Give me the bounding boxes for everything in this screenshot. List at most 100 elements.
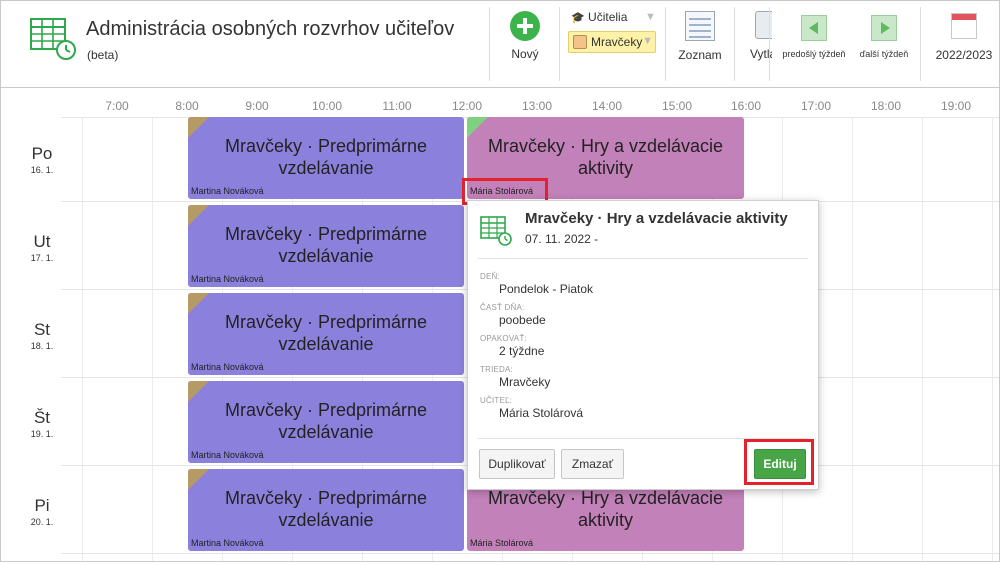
day-label-friday: Pi 20. 1. (23, 496, 61, 527)
duplicate-button[interactable]: Duplikovať (479, 449, 555, 479)
next-week-button[interactable]: ďalší týždeň (846, 15, 922, 59)
event-teacher: Mária Stolárová (470, 538, 534, 548)
teachers-filter-dropdown[interactable]: 🎓 Učitelia ▼ (571, 10, 656, 24)
class-avatar-icon (573, 35, 587, 49)
grid-line (152, 117, 153, 561)
event-morning-tuesday[interactable]: Mravčeky · Predprimárne vzdelávanie Mart… (188, 205, 464, 287)
next-week-label: ďalší týždeň (859, 49, 909, 59)
class-filter-dropdown[interactable]: Mravčeky ▼ (568, 31, 656, 53)
page-title: Administrácia osobných rozvrhov učiteľov (86, 18, 455, 40)
arrow-left-icon (801, 15, 827, 41)
class-filter-label: Mravčeky (591, 35, 643, 49)
popup-divider (478, 258, 808, 259)
day-name: Po (31, 144, 53, 163)
field-value-repeat: 2 týždne (499, 344, 545, 358)
event-morning-monday[interactable]: Mravčeky · Predprimárne vzdelávanie Mart… (188, 117, 464, 199)
hour-label: 17:00 (800, 99, 832, 113)
dropdown-arrow-icon: ▼ (645, 11, 656, 23)
list-button[interactable]: Zoznam (673, 11, 727, 62)
hour-label: 18:00 (870, 99, 902, 113)
event-title: Mravčeky · Hry a vzdelávacie aktivity (487, 136, 724, 178)
row-divider (61, 553, 999, 554)
arrow-right-icon (871, 15, 897, 41)
hour-label: 8:00 (175, 99, 199, 113)
hour-label: 13:00 (521, 99, 553, 113)
previous-week-label: predošlý týždeň (782, 49, 846, 59)
hour-label: 10:00 (311, 99, 343, 113)
day-name: Pi (34, 496, 50, 515)
hour-label: 9:00 (245, 99, 269, 113)
new-button-label: Nový (511, 47, 539, 61)
event-title: Mravčeky · Hry a vzdelávacie aktivity (487, 488, 724, 530)
plus-icon (510, 11, 540, 41)
hour-label: 11:00 (382, 99, 412, 113)
graduation-cap-icon: 🎓 (571, 12, 585, 24)
event-morning-thursday[interactable]: Mravčeky · Predprimárne vzdelávanie Mart… (188, 381, 464, 463)
event-teacher: Martina Nováková (191, 362, 264, 372)
day-name: Ut (33, 232, 51, 251)
hours-header: 7:00 8:00 9:00 10:00 11:00 12:00 13:00 1… (1, 89, 999, 117)
toolbar-divider (489, 7, 490, 81)
field-label-repeat: OPAKOVAŤ: (480, 334, 527, 343)
day-date: 20. 1. (30, 517, 54, 527)
day-label-wednesday: St 18. 1. (23, 320, 61, 351)
event-title: Mravčeky · Predprimárne vzdelávanie (224, 400, 428, 442)
toolbar-divider (769, 7, 770, 81)
hour-label: 12:00 (451, 99, 483, 113)
event-title: Mravčeky · Predprimárne vzdelávanie (224, 312, 428, 354)
toolbar-divider (734, 7, 735, 81)
event-teacher: Martina Nováková (191, 538, 264, 548)
hour-label: 15:00 (661, 99, 693, 113)
field-value-class: Mravčeky (499, 375, 551, 389)
teachers-filter-label: Učitelia (588, 10, 628, 24)
day-name: St (33, 320, 51, 339)
page-subtitle: (beta) (87, 48, 119, 62)
timetable-app-icon (30, 18, 76, 60)
hour-label: 16:00 (730, 99, 762, 113)
school-year-button[interactable]: 2022/2023 (929, 13, 999, 62)
grid-line (922, 117, 923, 561)
grid-line (992, 117, 993, 561)
day-date: 17. 1. (30, 253, 54, 263)
grid-line (852, 117, 853, 561)
field-value-teacher: Mária Stolárová (499, 406, 584, 420)
day-date: 19. 1. (30, 429, 54, 439)
hour-label: 14:00 (591, 99, 623, 113)
event-morning-wednesday[interactable]: Mravčeky · Predprimárne vzdelávanie Mart… (188, 293, 464, 375)
field-value-day: Pondelok - Piatok (499, 282, 594, 296)
event-title: Mravčeky · Predprimárne vzdelávanie (224, 136, 428, 178)
day-label-tuesday: Ut 17. 1. (23, 232, 61, 263)
popup-date: 07. 11. 2022 - (525, 232, 599, 246)
app-window: Administrácia osobných rozvrhov učiteľov… (0, 0, 1000, 562)
school-year-label: 2022/2023 (935, 48, 993, 62)
dropdown-arrow-icon: ▼ (642, 35, 653, 47)
previous-week-button[interactable]: predošlý týždeň (776, 15, 852, 59)
event-title: Mravčeky · Predprimárne vzdelávanie (224, 488, 428, 530)
event-title: Mravčeky · Predprimárne vzdelávanie (224, 224, 428, 266)
event-teacher: Martina Nováková (191, 186, 264, 196)
day-date: 16. 1. (30, 165, 54, 175)
day-label-monday: Po 16. 1. (23, 144, 61, 175)
delete-button[interactable]: Zmazať (561, 449, 624, 479)
day-label-thursday: Št 19. 1. (23, 408, 61, 439)
day-date: 18. 1. (30, 341, 54, 351)
field-label-class: TRIEDA: (480, 365, 513, 374)
day-name: Št (33, 408, 51, 427)
new-button[interactable]: Nový (500, 11, 550, 61)
timetable-icon (480, 216, 512, 246)
toolbar-divider (559, 7, 560, 81)
toolbar: Administrácia osobných rozvrhov učiteľov… (1, 1, 999, 88)
list-button-label: Zoznam (678, 48, 722, 62)
grid-line (82, 117, 83, 561)
popup-title: Mravčeky · Hry a vzdelávacie aktivity (525, 210, 788, 227)
hour-label: 7:00 (105, 99, 129, 113)
edit-button-highlight (744, 439, 814, 485)
hour-label: 19:00 (940, 99, 972, 113)
event-morning-friday[interactable]: Mravčeky · Predprimárne vzdelávanie Mart… (188, 469, 464, 551)
event-teacher: Martina Nováková (191, 274, 264, 284)
toolbar-divider (665, 7, 666, 81)
field-label-teacher: UČITEĽ: (480, 396, 513, 405)
toolbar-divider (920, 7, 921, 81)
event-teacher: Martina Nováková (191, 450, 264, 460)
field-value-day-part: poobede (499, 313, 546, 327)
